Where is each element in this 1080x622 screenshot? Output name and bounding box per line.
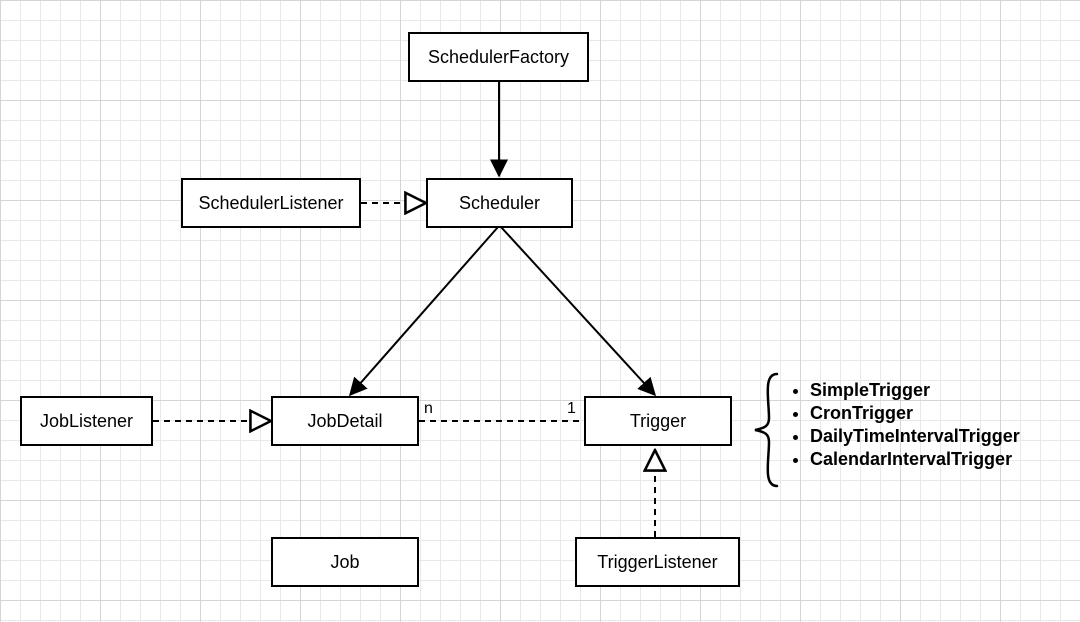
trigger-type-item: DailyTimeIntervalTrigger xyxy=(810,426,1020,447)
brace-icon xyxy=(747,370,783,490)
trigger-type-item: SimpleTrigger xyxy=(810,380,1020,401)
trigger-types-list: SimpleTrigger CronTrigger DailyTimeInter… xyxy=(786,378,1020,472)
edge-scheduler-trigger xyxy=(501,227,655,395)
trigger-type-item: CronTrigger xyxy=(810,403,1020,424)
node-trigger: Trigger xyxy=(584,396,732,446)
label-trigger-listener: TriggerListener xyxy=(597,552,717,573)
label-scheduler-factory: SchedulerFactory xyxy=(428,47,569,68)
label-job-detail: JobDetail xyxy=(307,411,382,432)
label-trigger: Trigger xyxy=(630,411,686,432)
node-scheduler-listener: SchedulerListener xyxy=(181,178,361,228)
node-trigger-listener: TriggerListener xyxy=(575,537,740,587)
node-job: Job xyxy=(271,537,419,587)
node-scheduler: Scheduler xyxy=(426,178,573,228)
trigger-type-item: CalendarIntervalTrigger xyxy=(810,449,1020,470)
edge-scheduler-jobdetail xyxy=(350,227,498,395)
label-scheduler-listener: SchedulerListener xyxy=(198,193,343,214)
multiplicity-1: 1 xyxy=(567,400,576,418)
label-job: Job xyxy=(330,552,359,573)
node-job-detail: JobDetail xyxy=(271,396,419,446)
edges-layer xyxy=(0,0,1080,622)
multiplicity-n: n xyxy=(424,400,433,418)
label-scheduler: Scheduler xyxy=(459,193,540,214)
node-scheduler-factory: SchedulerFactory xyxy=(408,32,589,82)
node-job-listener: JobListener xyxy=(20,396,153,446)
label-job-listener: JobListener xyxy=(40,411,133,432)
